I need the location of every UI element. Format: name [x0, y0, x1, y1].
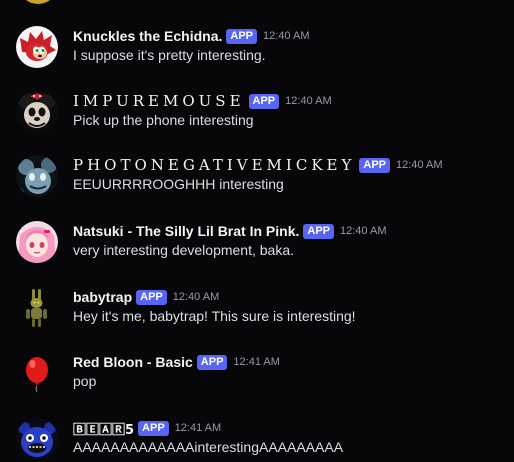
timestamp[interactable]: 12:41 AM: [175, 422, 221, 434]
message-text: EEUURRRROOGHHH interesting: [73, 176, 284, 192]
app-badge: APP: [136, 289, 167, 305]
app-badge: APP: [226, 28, 257, 44]
app-badge: APP: [248, 93, 280, 109]
message-header: Knuckles the Echidna. APP 12:40 AM: [73, 26, 309, 46]
message-text: I suppose it's pretty interesting.: [73, 47, 266, 63]
timestamp[interactable]: 12:40 AM: [263, 30, 309, 42]
natsuki-avatar-icon: [16, 221, 58, 263]
message-text: Pick up the phone interesting: [73, 112, 254, 128]
message-header: Red Bloon - Basic APP 12:41 AM: [73, 352, 280, 372]
avatar-bear5[interactable]: [16, 418, 58, 460]
message-item: Knuckles the Echidna. APP 12:40 AM I sup…: [0, 26, 514, 90]
timestamp[interactable]: 12:40 AM: [285, 95, 331, 107]
message-item: Red Bloon - Basic APP 12:41 AM pop: [0, 352, 514, 416]
app-badge: APP: [303, 223, 335, 239]
previous-message-avatar[interactable]: [18, 0, 58, 4]
message-item: Natsuki - The Silly Lil Brat In Pink. AP…: [0, 221, 514, 285]
message-item: PHOTONEGATIVEMICKEY APP 12:40 AM EEUURRR…: [0, 155, 514, 219]
message-item: babytrap APP 12:40 AM Hey it's me, babyt…: [0, 287, 514, 351]
negative-mickey-avatar-icon: [16, 155, 58, 197]
message-header: babytrap APP 12:40 AM: [73, 287, 219, 307]
app-badge: APP: [138, 420, 169, 436]
knuckles-avatar-icon: [16, 26, 58, 68]
author-name[interactable]: Knuckles the Echidna.: [73, 28, 222, 44]
avatar-babytrap[interactable]: [16, 287, 58, 329]
message-header: PHOTONEGATIVEMICKEY APP 12:40 AM: [73, 155, 442, 175]
author-name[interactable]: babytrap: [73, 289, 132, 305]
author-name[interactable]: Natsuki - The Silly Lil Brat In Pink.: [73, 223, 299, 239]
babytrap-avatar-icon: [16, 287, 58, 329]
author-name[interactable]: PHOTONEGATIVEMICKEY: [73, 156, 355, 174]
avatar-knuckles[interactable]: [16, 26, 58, 68]
avatar-natsuki[interactable]: [16, 221, 58, 263]
avatar-impuremouse[interactable]: [16, 91, 58, 133]
message-text: pop: [73, 373, 97, 389]
timestamp[interactable]: 12:40 AM: [396, 159, 442, 171]
timestamp[interactable]: 12:40 AM: [173, 291, 219, 303]
author-name[interactable]: Red Bloon - Basic: [73, 354, 193, 370]
avatar-photonegativemickey[interactable]: [16, 155, 58, 197]
message-header: IMPUREMOUSE APP 12:40 AM: [73, 91, 332, 111]
author-name[interactable]: 🄱🄴🄰🅁5: [73, 419, 134, 438]
timestamp[interactable]: 12:40 AM: [340, 225, 386, 237]
app-badge: APP: [196, 354, 228, 370]
avatar-red-bloon[interactable]: [16, 352, 58, 394]
message-text: very interesting development, baka.: [73, 242, 295, 258]
message-header: 🄱🄴🄰🅁5 APP 12:41 AM: [73, 418, 221, 438]
timestamp[interactable]: 12:41 AM: [233, 356, 279, 368]
message-item: 🄱🄴🄰🅁5 APP 12:41 AM AAAAAAAAAAAAAinterest…: [0, 418, 514, 462]
message-header: Natsuki - The Silly Lil Brat In Pink. AP…: [73, 221, 387, 241]
chat-message-list: Knuckles the Echidna. APP 12:40 AM I sup…: [0, 0, 514, 462]
app-badge: APP: [359, 157, 390, 173]
message-text: AAAAAAAAAAAAAinterestingAAAAAAAAA: [73, 439, 344, 455]
mouse-avatar-icon: [16, 91, 58, 133]
message-item: IMPUREMOUSE APP 12:40 AM Pick up the pho…: [0, 91, 514, 155]
message-text: Hey it's me, babytrap! This sure is inte…: [73, 308, 356, 324]
red-balloon-icon: [16, 352, 58, 394]
author-name[interactable]: IMPUREMOUSE: [73, 92, 245, 110]
blue-bear-avatar-icon: [16, 418, 58, 460]
